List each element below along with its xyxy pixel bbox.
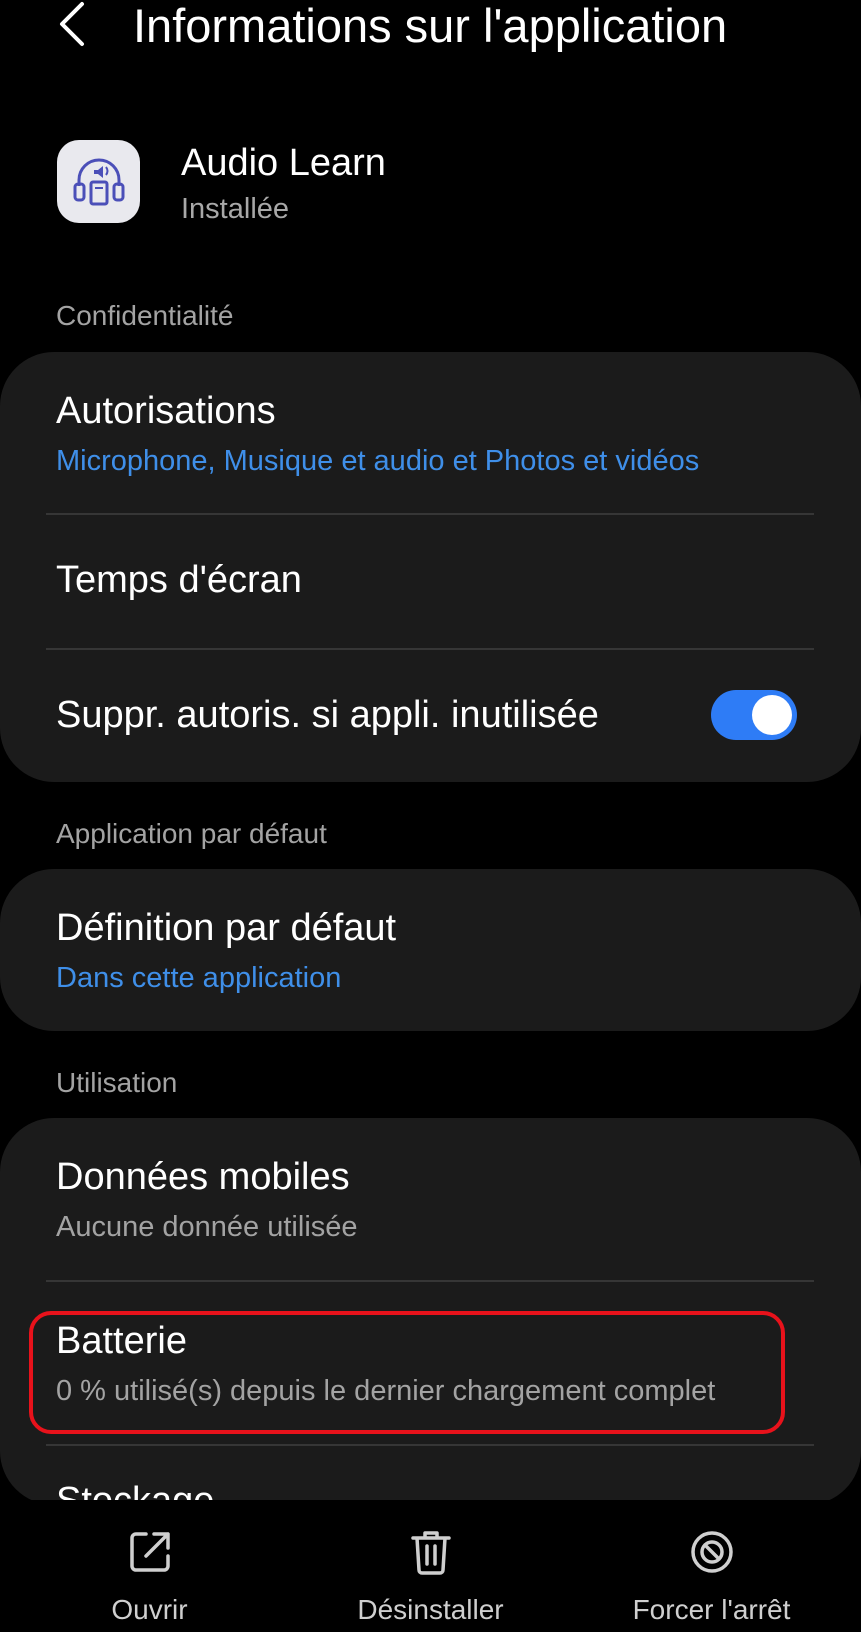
usage-card: Données mobiles Aucune donnée utilisée B… xyxy=(0,1118,861,1505)
app-bar: Informations sur l'application xyxy=(0,0,861,70)
battery-value: 0 % utilisé(s) depuis le dernier chargem… xyxy=(56,1375,716,1407)
uninstall-button[interactable]: Désinstaller xyxy=(287,1500,574,1632)
page-title: Informations sur l'application xyxy=(133,0,728,52)
remove-permissions-toggle[interactable] xyxy=(711,690,797,740)
chevron-left-icon xyxy=(60,2,84,46)
default-app-card: Définition par défaut Dans cette applica… xyxy=(0,869,861,1031)
screen-time-title: Temps d'écran xyxy=(56,559,302,601)
mobile-data-value: Aucune donnée utilisée xyxy=(56,1211,358,1243)
mobile-data-item[interactable]: Données mobiles Aucune donnée utilisée xyxy=(0,1118,861,1280)
section-header-usage: Utilisation xyxy=(56,1067,178,1098)
block-icon xyxy=(690,1531,733,1573)
app-icon xyxy=(57,140,140,223)
privacy-card: Autorisations Microphone, Musique et aud… xyxy=(0,352,861,782)
set-as-default-title: Définition par défaut xyxy=(56,907,397,949)
mobile-data-title: Données mobiles xyxy=(56,1156,350,1198)
force-stop-button[interactable]: Forcer l'arrêt xyxy=(568,1500,855,1632)
section-header-privacy: Confidentialité xyxy=(56,300,234,331)
app-name: Audio Learn xyxy=(181,142,386,184)
storage-item[interactable]: Stockage xyxy=(0,1446,861,1505)
remove-permissions-title: Suppr. autoris. si appli. inutilisée xyxy=(56,694,599,736)
set-as-default-value: Dans cette application xyxy=(56,962,342,994)
battery-title: Batterie xyxy=(56,1320,187,1362)
permissions-title: Autorisations xyxy=(56,390,276,432)
permissions-item[interactable]: Autorisations Microphone, Musique et aud… xyxy=(0,352,861,514)
remove-permissions-item[interactable]: Suppr. autoris. si appli. inutilisée xyxy=(0,650,861,782)
bottom-action-bar: Ouvrir Désinstaller Forcer l'arrêt xyxy=(0,1500,861,1632)
trash-icon xyxy=(410,1531,451,1575)
section-header-default-app: Application par défaut xyxy=(56,818,327,849)
headphones-book-icon xyxy=(73,158,124,205)
open-external-icon xyxy=(129,1532,170,1572)
open-button[interactable]: Ouvrir xyxy=(6,1500,293,1632)
open-label: Ouvrir xyxy=(111,1594,188,1625)
app-summary: Audio Learn Installée xyxy=(0,130,861,240)
screen-time-item[interactable]: Temps d'écran xyxy=(0,515,861,649)
permissions-value: Microphone, Musique et audio et Photos e… xyxy=(56,445,700,477)
force-stop-label: Forcer l'arrêt xyxy=(632,1594,791,1625)
battery-item[interactable]: Batterie 0 % utilisé(s) depuis le dernie… xyxy=(0,1282,861,1444)
uninstall-label: Désinstaller xyxy=(357,1594,504,1625)
set-as-default-item[interactable]: Définition par défaut Dans cette applica… xyxy=(0,869,861,1031)
back-button[interactable] xyxy=(52,0,102,50)
app-install-status: Installée xyxy=(181,193,290,225)
toggle-knob xyxy=(752,695,792,735)
